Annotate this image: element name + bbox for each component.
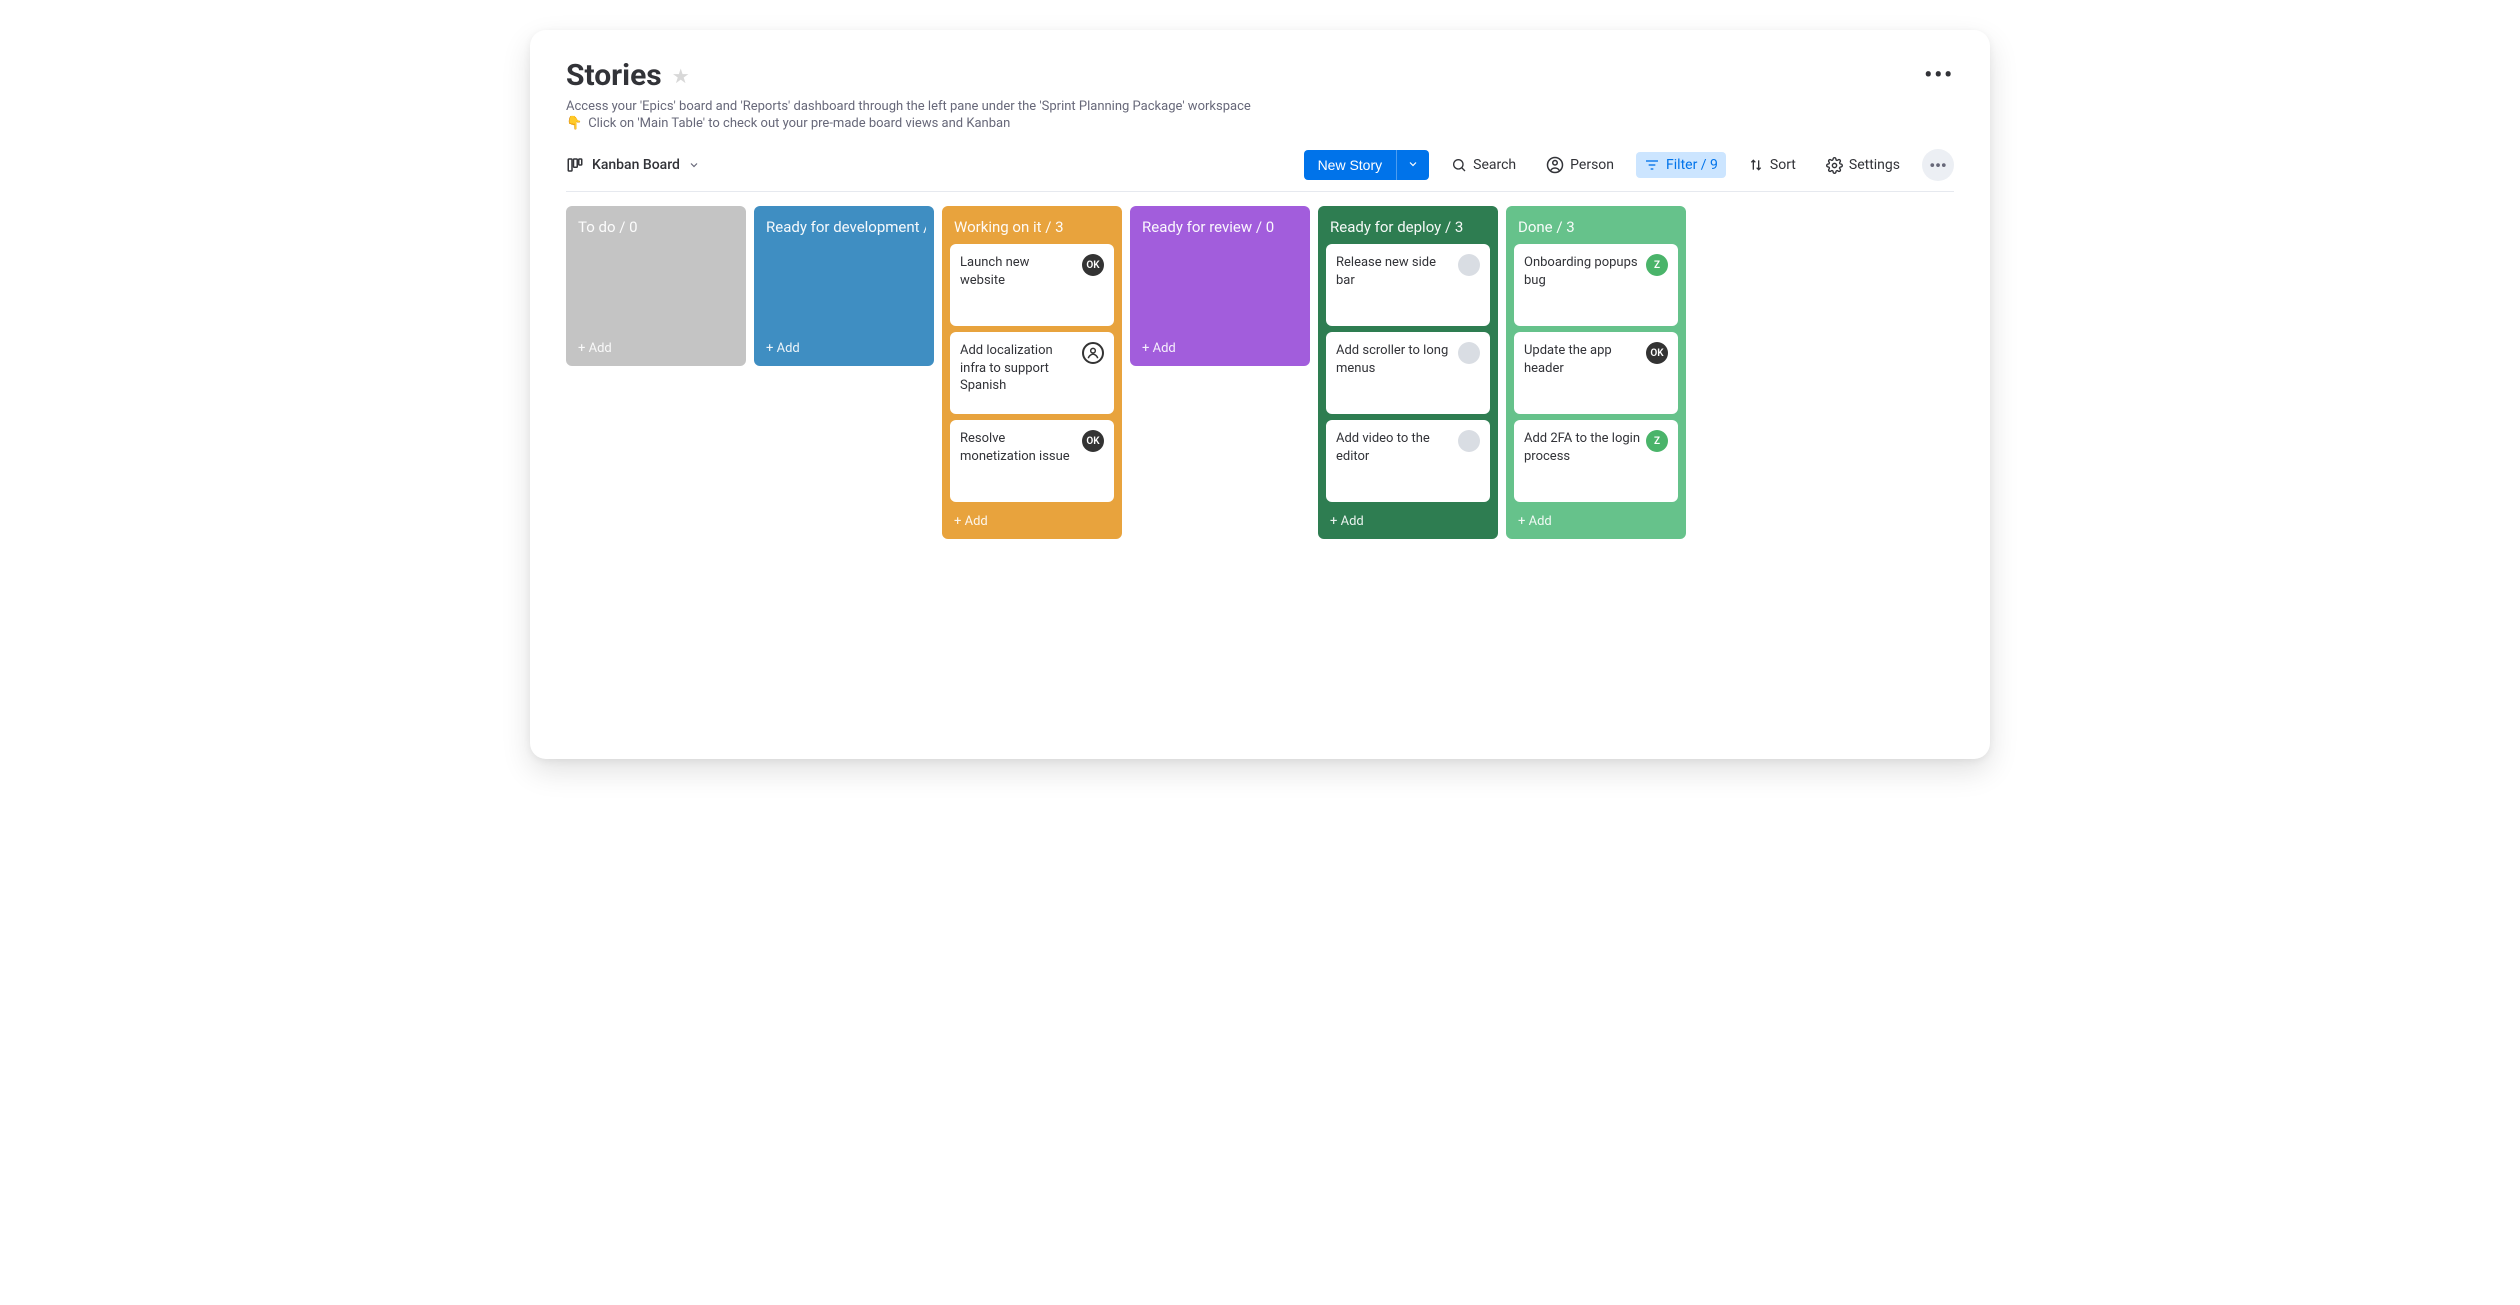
- filter-icon: [1644, 157, 1660, 173]
- search-tool[interactable]: Search: [1443, 152, 1524, 178]
- settings-label: Settings: [1849, 157, 1900, 173]
- kanban-card[interactable]: Release new side bar: [1326, 244, 1490, 326]
- avatar[interactable]: [1458, 342, 1480, 364]
- chevron-down-icon: [688, 159, 700, 171]
- person-label: Person: [1570, 157, 1614, 173]
- sort-label: Sort: [1770, 157, 1796, 173]
- kanban-board: To do / 0 + Add Ready for development / 0 +…: [566, 206, 1954, 539]
- add-card-button[interactable]: + Add: [574, 335, 738, 356]
- more-icon: •••: [1929, 156, 1946, 175]
- filter-label: Filter / 9: [1666, 157, 1718, 173]
- kanban-card[interactable]: Resolve monetization issueOK: [950, 420, 1114, 502]
- settings-tool[interactable]: Settings: [1818, 152, 1908, 179]
- card-title: Resolve monetization issue: [960, 430, 1082, 465]
- sort-tool[interactable]: Sort: [1740, 152, 1804, 178]
- card-title: Add localization infra to support Spanis…: [960, 342, 1082, 395]
- column-header: To do / 0: [574, 214, 738, 238]
- point-down-icon: 👇: [566, 116, 582, 131]
- card-title: Add video to the editor: [1336, 430, 1458, 465]
- kanban-card[interactable]: Onboarding popups bugZ: [1514, 244, 1678, 326]
- new-story-button-group: New Story: [1304, 150, 1430, 180]
- column-working: Working on it / 3Launch new websiteOKAdd…: [942, 206, 1122, 539]
- column-done: Done / 3Onboarding popups bugZUpdate the…: [1506, 206, 1686, 539]
- app-card: Stories ★ ••• Access your 'Epics' board …: [530, 30, 1990, 759]
- filter-tool[interactable]: Filter / 9: [1636, 152, 1726, 178]
- column-header: Ready for deploy / 3: [1326, 214, 1490, 238]
- person-icon: [1546, 156, 1564, 174]
- card-title: Launch new website: [960, 254, 1082, 289]
- new-story-button[interactable]: New Story: [1304, 150, 1397, 180]
- avatar[interactable]: [1458, 254, 1480, 276]
- kanban-card[interactable]: Launch new websiteOK: [950, 244, 1114, 326]
- kanban-card[interactable]: Add 2FA to the login processZ: [1514, 420, 1678, 502]
- kanban-icon: [566, 156, 584, 174]
- search-label: Search: [1473, 157, 1516, 173]
- board-subtitle-1: Access your 'Epics' board and 'Reports' …: [566, 99, 1954, 114]
- column-header: Done / 3: [1514, 214, 1678, 238]
- card-title: Add scroller to long menus: [1336, 342, 1458, 377]
- add-card-button[interactable]: + Add: [762, 335, 926, 356]
- new-story-dropdown[interactable]: [1396, 150, 1429, 180]
- avatar[interactable]: [1458, 430, 1480, 452]
- column-todo: To do / 0 + Add: [566, 206, 746, 366]
- kanban-card[interactable]: Add localization infra to support Spanis…: [950, 332, 1114, 414]
- column-header: Working on it / 3: [950, 214, 1114, 238]
- card-title: Onboarding popups bug: [1524, 254, 1646, 289]
- avatar[interactable]: Z: [1646, 254, 1668, 276]
- person-tool[interactable]: Person: [1538, 151, 1622, 179]
- add-card-button[interactable]: + Add: [1138, 335, 1302, 356]
- avatar[interactable]: OK: [1082, 430, 1104, 452]
- column-ready-dev: Ready for development / 0 + Add: [754, 206, 934, 366]
- avatar[interactable]: [1082, 342, 1104, 364]
- board-subtitle-2: 👇 Click on 'Main Table' to check out you…: [566, 116, 1954, 131]
- column-ready-deploy: Ready for deploy / 3 Release new side bar…: [1318, 206, 1498, 539]
- card-title: Update the app header: [1524, 342, 1646, 377]
- card-title: Add 2FA to the login process: [1524, 430, 1646, 465]
- star-icon[interactable]: ★: [672, 64, 690, 88]
- board-title: Stories: [566, 58, 662, 93]
- add-card-button[interactable]: + Add: [1326, 508, 1490, 529]
- column-header: Ready for review / 0: [1138, 214, 1302, 238]
- column-ready-review: Ready for review / 0 + Add: [1130, 206, 1310, 366]
- board-header: Stories ★ •••: [566, 58, 1954, 93]
- chevron-down-icon: [1407, 158, 1419, 170]
- board-subtitle-2-text: Click on 'Main Table' to check out your …: [588, 116, 1010, 131]
- view-switch[interactable]: Kanban Board: [566, 156, 700, 174]
- kanban-card[interactable]: Add scroller to long menus: [1326, 332, 1490, 414]
- avatar[interactable]: OK: [1082, 254, 1104, 276]
- column-header: Ready for development / 0: [762, 214, 926, 238]
- header-more-icon[interactable]: •••: [1924, 63, 1954, 88]
- add-card-button[interactable]: + Add: [950, 508, 1114, 529]
- kanban-card[interactable]: Add video to the editor: [1326, 420, 1490, 502]
- avatar[interactable]: OK: [1646, 342, 1668, 364]
- kanban-card[interactable]: Update the app headerOK: [1514, 332, 1678, 414]
- sort-icon: [1748, 157, 1764, 173]
- avatar[interactable]: Z: [1646, 430, 1668, 452]
- search-icon: [1451, 157, 1467, 173]
- add-card-button[interactable]: + Add: [1514, 508, 1678, 529]
- toolbar-more-button[interactable]: •••: [1922, 149, 1954, 181]
- gear-icon: [1826, 157, 1843, 174]
- card-title: Release new side bar: [1336, 254, 1458, 289]
- toolbar: Kanban Board New Story Search Person Fil…: [566, 149, 1954, 192]
- view-switch-label: Kanban Board: [592, 157, 680, 173]
